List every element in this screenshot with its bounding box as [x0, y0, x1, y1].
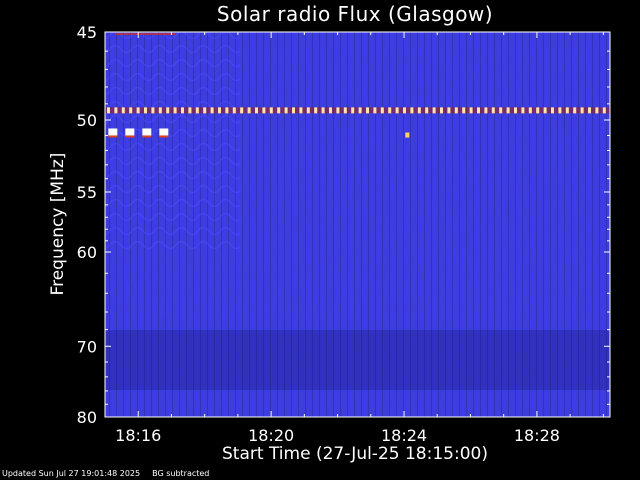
interference-dash	[380, 107, 384, 114]
interference-dash	[543, 107, 547, 114]
interference-dash	[403, 107, 406, 114]
interference-dash	[602, 107, 606, 114]
interference-dash	[188, 107, 192, 114]
interference-dash	[425, 107, 429, 114]
burst-block-edge	[108, 135, 118, 138]
y-axis-label: Frequency [MHz]	[48, 152, 68, 296]
x-tick-label: 18:20	[248, 426, 294, 445]
interference-dash	[358, 107, 362, 114]
interference-dash	[536, 107, 540, 114]
interference-dash	[491, 107, 495, 114]
interference-dash	[417, 107, 421, 114]
chart-title: Solar radio Flux (Glasgow)	[216, 2, 494, 26]
interference-dash	[388, 107, 392, 114]
y-tick-label: 50	[77, 111, 97, 130]
interference-dash	[432, 107, 436, 114]
interference-dash	[454, 107, 458, 114]
interference-dash	[462, 107, 466, 114]
x-tick-label: 18:24	[381, 426, 427, 445]
interference-dash	[240, 107, 244, 114]
interference-dash	[173, 107, 177, 114]
burst-block-edge	[159, 135, 169, 138]
burst-block-edge	[125, 135, 135, 138]
interference-dash	[129, 107, 133, 114]
interference-dash	[284, 107, 288, 114]
x-axis-label: Start Time (27-Jul-25 18:15:00)	[222, 444, 488, 464]
burst-block	[108, 128, 118, 136]
wave-texture	[105, 32, 240, 252]
interference-dash	[410, 107, 414, 114]
top-edge-signal	[115, 33, 175, 35]
interference-dash	[558, 107, 562, 114]
interference-dash	[262, 107, 266, 114]
interference-dash	[247, 107, 251, 114]
interference-dash	[292, 107, 295, 114]
updated-timestamp: Updated Sun Jul 27 19:01:48 2025	[2, 469, 141, 478]
interference-dash	[351, 107, 355, 114]
interference-dash	[477, 107, 480, 114]
y-tick-label: 55	[77, 183, 97, 202]
dark-band	[105, 330, 610, 390]
interference-dash	[144, 107, 147, 114]
interference-dash	[114, 107, 118, 114]
burst-block	[125, 128, 135, 136]
interference-dash	[255, 107, 258, 114]
interference-dash	[107, 107, 110, 114]
interference-dash	[366, 107, 369, 114]
interference-dash	[373, 107, 377, 114]
interference-dash	[440, 107, 443, 114]
interference-dash	[218, 107, 221, 114]
interference-dash	[203, 107, 207, 114]
interference-dash	[269, 107, 273, 114]
interference-dash	[595, 107, 599, 114]
interference-dash	[484, 107, 488, 114]
interference-dash	[551, 107, 554, 114]
interference-dash	[469, 107, 473, 114]
interference-dash	[314, 107, 318, 114]
interference-dash	[573, 107, 577, 114]
interference-dash	[232, 107, 236, 114]
burst-block	[159, 128, 169, 136]
y-tick-label: 70	[77, 337, 97, 356]
interference-dash	[121, 107, 125, 114]
signal-spot	[405, 132, 410, 138]
y-tick-label: 60	[77, 243, 97, 262]
interference-dash	[195, 107, 199, 114]
interference-dash	[447, 107, 451, 114]
interference-dash	[506, 107, 510, 114]
x-tick-label: 18:16	[115, 426, 161, 445]
interference-dash	[181, 107, 184, 114]
spectrogram-plot	[105, 32, 610, 417]
interference-dash	[277, 107, 281, 114]
interference-dash	[151, 107, 155, 114]
spectrogram-chart: 455055607080 18:16 18:20 18:24 18:28	[77, 23, 611, 445]
interference-dash	[299, 107, 303, 114]
interference-dash	[565, 107, 569, 114]
interference-dash	[306, 107, 310, 114]
interference-dash	[210, 107, 214, 114]
interference-dash	[588, 107, 591, 114]
interference-dash	[528, 107, 532, 114]
interference-dash	[395, 107, 399, 114]
y-tick-label: 80	[77, 408, 97, 427]
interference-dash	[158, 107, 162, 114]
x-tick-label: 18:28	[514, 426, 560, 445]
interference-dash	[166, 107, 170, 114]
interference-dash	[321, 107, 325, 114]
interference-dash	[336, 107, 340, 114]
interference-dash	[343, 107, 347, 114]
interference-dash	[514, 107, 517, 114]
interference-line-band	[105, 107, 610, 114]
interference-dash	[499, 107, 503, 114]
footer: Updated Sun Jul 27 19:01:48 2025 BG subtr…	[2, 469, 221, 478]
interference-dash	[329, 107, 332, 114]
interference-dash	[225, 107, 229, 114]
interference-dash	[580, 107, 584, 114]
burst-block	[142, 128, 152, 136]
interference-dash	[521, 107, 525, 114]
interference-dash	[136, 107, 140, 114]
background-note: BG subtracted	[152, 469, 210, 478]
burst-block-edge	[142, 135, 152, 138]
